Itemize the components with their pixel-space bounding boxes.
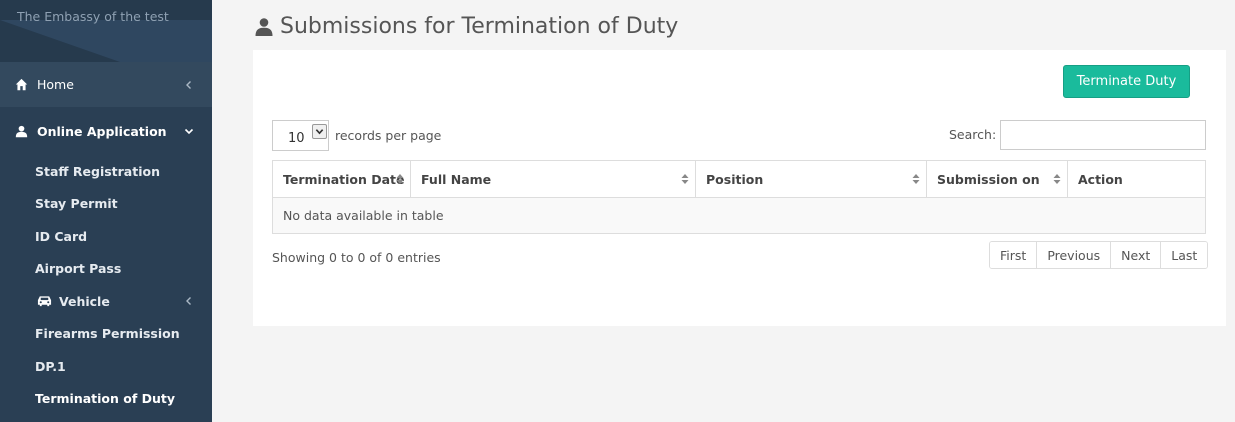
sidebar-item-stay-permit[interactable]: Stay Permit (0, 188, 212, 221)
sidebar-item-label: Staff Registration (35, 163, 160, 179)
brand-title: The Embassy of the test (17, 9, 169, 24)
sidebar-item-dp1[interactable]: DP.1 (0, 350, 212, 383)
sidebar-item-online-application[interactable]: Online Application (0, 107, 212, 155)
pagination-first-button[interactable]: First (990, 242, 1037, 268)
online-application-submenu: Staff Registration Stay Permit ID Card A… (0, 155, 212, 415)
sidebar-item-firearms-permission[interactable]: Firearms Permission (0, 318, 212, 351)
search-input[interactable] (1000, 120, 1206, 150)
records-per-page-select[interactable]: 10 (272, 120, 329, 151)
table-info: Showing 0 to 0 of 0 entries (272, 250, 441, 265)
submissions-table: Termination Date Full Name Position Subm… (272, 160, 1206, 234)
table-row: No data available in table (272, 197, 1206, 234)
brand-area[interactable]: The Embassy of the test (0, 0, 212, 62)
content-panel: Terminate Duty 10 records per page Searc… (253, 50, 1226, 326)
sidebar: The Embassy of the test Home Online Appl… (0, 0, 212, 422)
chevron-down-icon (184, 128, 194, 135)
chevron-left-icon (186, 297, 191, 306)
pagination-last-button[interactable]: Last (1160, 242, 1208, 268)
sort-icon (396, 174, 404, 184)
column-header-action: Action (1067, 160, 1206, 198)
sidebar-item-label: Termination of Duty (35, 391, 176, 407)
records-per-page-label: records per page (335, 128, 442, 143)
sidebar-item-label: Vehicle (59, 293, 110, 309)
pagination-next-button[interactable]: Next (1110, 242, 1161, 268)
sidebar-item-home[interactable]: Home (0, 62, 212, 107)
empty-table-message: No data available in table (272, 197, 1206, 234)
sidebar-item-label: Online Application (37, 123, 167, 139)
pagination: First Previous Next Last (989, 241, 1209, 269)
sidebar-item-staff-registration[interactable]: Staff Registration (0, 155, 212, 188)
column-header-position[interactable]: Position (695, 160, 927, 198)
sidebar-item-id-card[interactable]: ID Card (0, 220, 212, 253)
chevron-down-icon (312, 124, 327, 139)
pagination-previous-button[interactable]: Previous (1036, 242, 1111, 268)
user-icon (15, 125, 28, 137)
records-per-page-value: 10 (288, 131, 305, 146)
column-header-termination-date[interactable]: Termination Date (272, 160, 411, 198)
column-header-full-name[interactable]: Full Name (410, 160, 696, 198)
page-header: Submissions for Termination of Duty (254, 14, 678, 39)
sidebar-item-label: ID Card (35, 228, 88, 244)
user-icon (255, 17, 273, 36)
sort-icon (1053, 174, 1061, 184)
sidebar-item-label: DP.1 (35, 358, 66, 374)
search-label: Search: (949, 127, 997, 142)
sidebar-item-label: Airport Pass (35, 261, 122, 277)
home-icon (15, 78, 28, 91)
sidebar-item-termination-of-duty[interactable]: Termination of Duty (0, 383, 212, 416)
brand-decoration (0, 20, 212, 62)
sidebar-item-label: Home (37, 77, 74, 92)
sidebar-item-label: Firearms Permission (35, 326, 180, 342)
column-header-submission-on[interactable]: Submission on (926, 160, 1068, 198)
sidebar-item-label: Stay Permit (35, 196, 118, 212)
terminate-duty-button[interactable]: Terminate Duty (1063, 65, 1190, 98)
sidebar-item-vehicle[interactable]: Vehicle (0, 285, 212, 318)
chevron-left-icon (186, 80, 191, 89)
records-per-page-control: 10 records per page (272, 120, 441, 151)
sidebar-item-airport-pass[interactable]: Airport Pass (0, 253, 212, 286)
sort-icon (912, 174, 920, 184)
sort-icon (681, 174, 689, 184)
page-title: Submissions for Termination of Duty (280, 14, 679, 39)
car-icon (37, 296, 52, 307)
